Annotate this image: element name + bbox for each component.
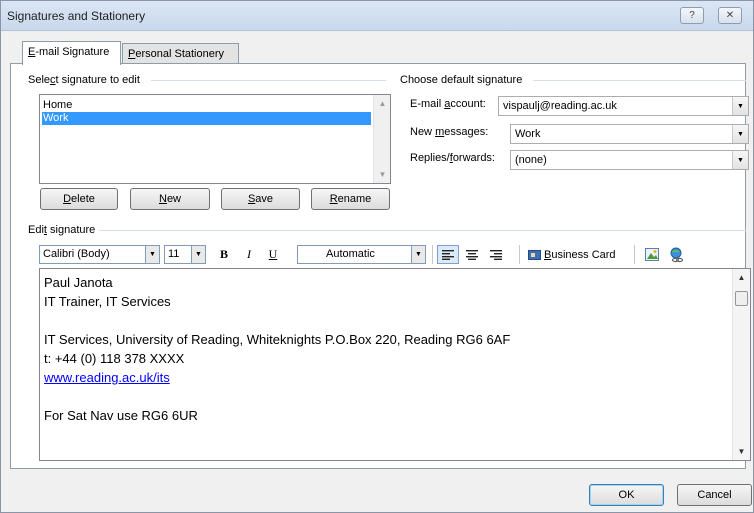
edit-group-divider: [87, 230, 746, 231]
signature-line: IT Trainer, IT Services: [44, 294, 171, 309]
replies-forwards-value: (none): [515, 154, 547, 166]
new-button[interactable]: New: [130, 188, 210, 210]
italic-button[interactable]: I: [240, 245, 258, 264]
tab-email-signature-label: -mail Signature: [35, 46, 110, 58]
font-select[interactable]: Calibri (Body) ▼: [39, 245, 160, 264]
tab-email-signature[interactable]: E-mail Signature: [22, 41, 121, 65]
dropdown-arrow-icon[interactable]: ▼: [732, 125, 748, 143]
email-account-label: E-mail account:: [410, 98, 486, 110]
signature-line: [44, 311, 730, 330]
new-messages-select[interactable]: Work ▼: [510, 124, 749, 144]
signature-list-scrollbar[interactable]: ▲ ▼: [373, 95, 390, 183]
signature-line: [44, 387, 730, 406]
scroll-down-icon[interactable]: ▼: [733, 443, 750, 460]
ok-button[interactable]: OK: [589, 484, 664, 506]
underline-button[interactable]: U: [264, 245, 282, 264]
font-color-value: Automatic: [326, 248, 375, 260]
save-button[interactable]: Save: [221, 188, 300, 210]
replies-forwards-select[interactable]: (none) ▼: [510, 150, 749, 170]
insert-picture-icon[interactable]: [643, 245, 661, 264]
help-icon: ?: [689, 10, 695, 21]
rename-button[interactable]: Rename: [311, 188, 390, 210]
business-card-button[interactable]: Business Card: [528, 245, 626, 264]
dropdown-arrow-icon[interactable]: ▼: [732, 97, 748, 115]
tab-personal-stationery-label: ersonal Stationery: [135, 48, 225, 60]
signature-line: Paul Janota: [44, 275, 113, 290]
tab-personal-stationery[interactable]: Personal Stationery: [122, 43, 239, 65]
list-item[interactable]: Home: [42, 99, 371, 112]
signature-link[interactable]: www.reading.ac.uk/its: [44, 368, 730, 387]
new-messages-label: New messages:: [410, 126, 489, 138]
edit-signature-label: Edit signature: [28, 224, 100, 236]
align-center-icon[interactable]: [463, 245, 481, 264]
bold-button[interactable]: B: [215, 245, 233, 264]
font-color-select[interactable]: Automatic ▼: [297, 245, 426, 264]
font-value: Calibri (Body): [43, 248, 110, 260]
default-signature-label: Choose default signature: [400, 74, 527, 86]
title-bar: Signatures and Stationery ? ✕: [1, 1, 753, 31]
signature-line: IT Services, University of Reading, Whit…: [44, 332, 511, 347]
window-title: Signatures and Stationery: [7, 9, 146, 23]
dropdown-arrow-icon[interactable]: ▼: [145, 246, 159, 263]
signatures-dialog: Signatures and Stationery ? ✕ E-mail Sig…: [0, 0, 754, 513]
align-right-icon[interactable]: [487, 245, 505, 264]
delete-button[interactable]: Delete: [40, 188, 118, 210]
signature-line: t: +44 (0) 118 378 XXXX: [44, 351, 185, 366]
replies-forwards-label: Replies/forwards:: [410, 152, 495, 164]
scroll-up-icon[interactable]: ▲: [733, 269, 750, 286]
new-messages-value: Work: [515, 128, 541, 140]
signature-editor[interactable]: Paul Janota IT Trainer, IT Services IT S…: [39, 268, 751, 461]
scroll-thumb[interactable]: [735, 291, 748, 306]
list-item[interactable]: Work: [42, 112, 371, 125]
dropdown-arrow-icon[interactable]: ▼: [411, 246, 425, 263]
signature-line: For Sat Nav use RG6 6UR: [44, 408, 198, 423]
align-left-icon[interactable]: [437, 245, 459, 264]
close-button[interactable]: ✕: [718, 7, 742, 24]
default-group-divider: [533, 80, 746, 81]
cancel-button[interactable]: Cancel: [677, 484, 752, 506]
font-size-value: 11: [168, 248, 180, 260]
scroll-up-icon[interactable]: ▲: [374, 95, 391, 112]
email-account-value: vispaulj@reading.ac.uk: [503, 100, 617, 112]
hyperlink-icon[interactable]: [668, 245, 686, 264]
font-size-select[interactable]: 11 ▼: [164, 245, 206, 264]
toolbar-separator: [432, 245, 433, 264]
signature-text[interactable]: Paul Janota IT Trainer, IT Services IT S…: [44, 273, 730, 425]
dropdown-arrow-icon[interactable]: ▼: [732, 151, 748, 169]
business-card-icon: [528, 249, 541, 260]
editor-scrollbar[interactable]: ▲ ▼: [732, 269, 750, 460]
dropdown-arrow-icon[interactable]: ▼: [191, 246, 205, 263]
toolbar-separator: [519, 245, 520, 264]
toolbar-separator: [634, 245, 635, 264]
signature-list[interactable]: Home Work ▲ ▼: [39, 94, 391, 184]
help-button[interactable]: ?: [680, 7, 704, 24]
scroll-down-icon[interactable]: ▼: [374, 166, 391, 183]
select-group-divider: [151, 80, 386, 81]
close-icon: ✕: [725, 10, 735, 21]
email-account-select[interactable]: vispaulj@reading.ac.uk ▼: [498, 96, 749, 116]
select-signature-label: Select signature to edit: [28, 74, 144, 86]
